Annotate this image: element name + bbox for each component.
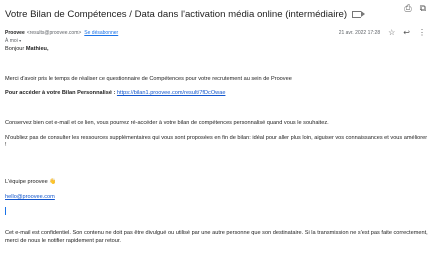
text-cursor: [5, 207, 6, 216]
signoff: L'équipe proovee 👋: [5, 179, 429, 186]
wave-emoji: 👋: [49, 179, 57, 186]
greeting-name: Mathieu,: [25, 46, 49, 52]
recipient-label: À moi: [5, 38, 18, 44]
star-icon[interactable]: ☆: [388, 28, 395, 37]
sender-name: Proovee: [5, 30, 25, 36]
print-icon[interactable]: ⎙: [404, 3, 411, 13]
access-paragraph: Pour accéder à votre Bilan Personnalisé …: [5, 90, 429, 97]
unsubscribe-link[interactable]: Se désabonner: [84, 30, 118, 36]
recipient-row[interactable]: À moi ▾: [5, 38, 21, 44]
email-body: Bonjour Mathieu, Merci d'avoir pris le t…: [5, 46, 429, 245]
email-meta: 21 avr. 2022 17:28 ☆ ↩ ⋮: [339, 28, 426, 37]
greeting-text: Bonjour: [5, 46, 26, 52]
caret-down-icon[interactable]: ▾: [19, 38, 21, 43]
contact-email-link[interactable]: hello@proovee.com: [5, 194, 55, 200]
email-subject: Votre Bilan de Compétences / Data dans l…: [5, 8, 348, 20]
reply-icon[interactable]: ↩: [403, 28, 410, 37]
open-in-new-icon[interactable]: ⧉: [420, 3, 426, 13]
subject-bar: Votre Bilan de Compétences / Data dans l…: [5, 6, 431, 22]
bilan-link[interactable]: https://bilan1.proovee.com/result/7fDcOw…: [117, 90, 226, 96]
keep-paragraph: Conservez bien cet e-mail et ce lien, vo…: [5, 119, 329, 126]
confidentiality-footer: Cet e-mail est confidentiel. Son contenu…: [5, 230, 428, 244]
resources-paragraph: N'oubliez pas de consulter les ressource…: [5, 134, 428, 149]
sender-email: <results@proovee.com>: [26, 30, 82, 36]
greeting: Bonjour Mathieu,: [5, 46, 429, 53]
more-icon[interactable]: ⋮: [418, 28, 426, 37]
access-label: Pour accéder à votre Bilan Personnalisé …: [5, 90, 117, 97]
email-date: 21 avr. 2022 17:28: [338, 29, 381, 36]
signoff-text: L'équipe proovee: [5, 179, 48, 186]
top-actions: ⎙ ⧉: [404, 3, 426, 13]
label-icon[interactable]: [352, 10, 366, 18]
thanks-paragraph: Merci d'avoir pris le temps de réaliser …: [5, 75, 292, 82]
